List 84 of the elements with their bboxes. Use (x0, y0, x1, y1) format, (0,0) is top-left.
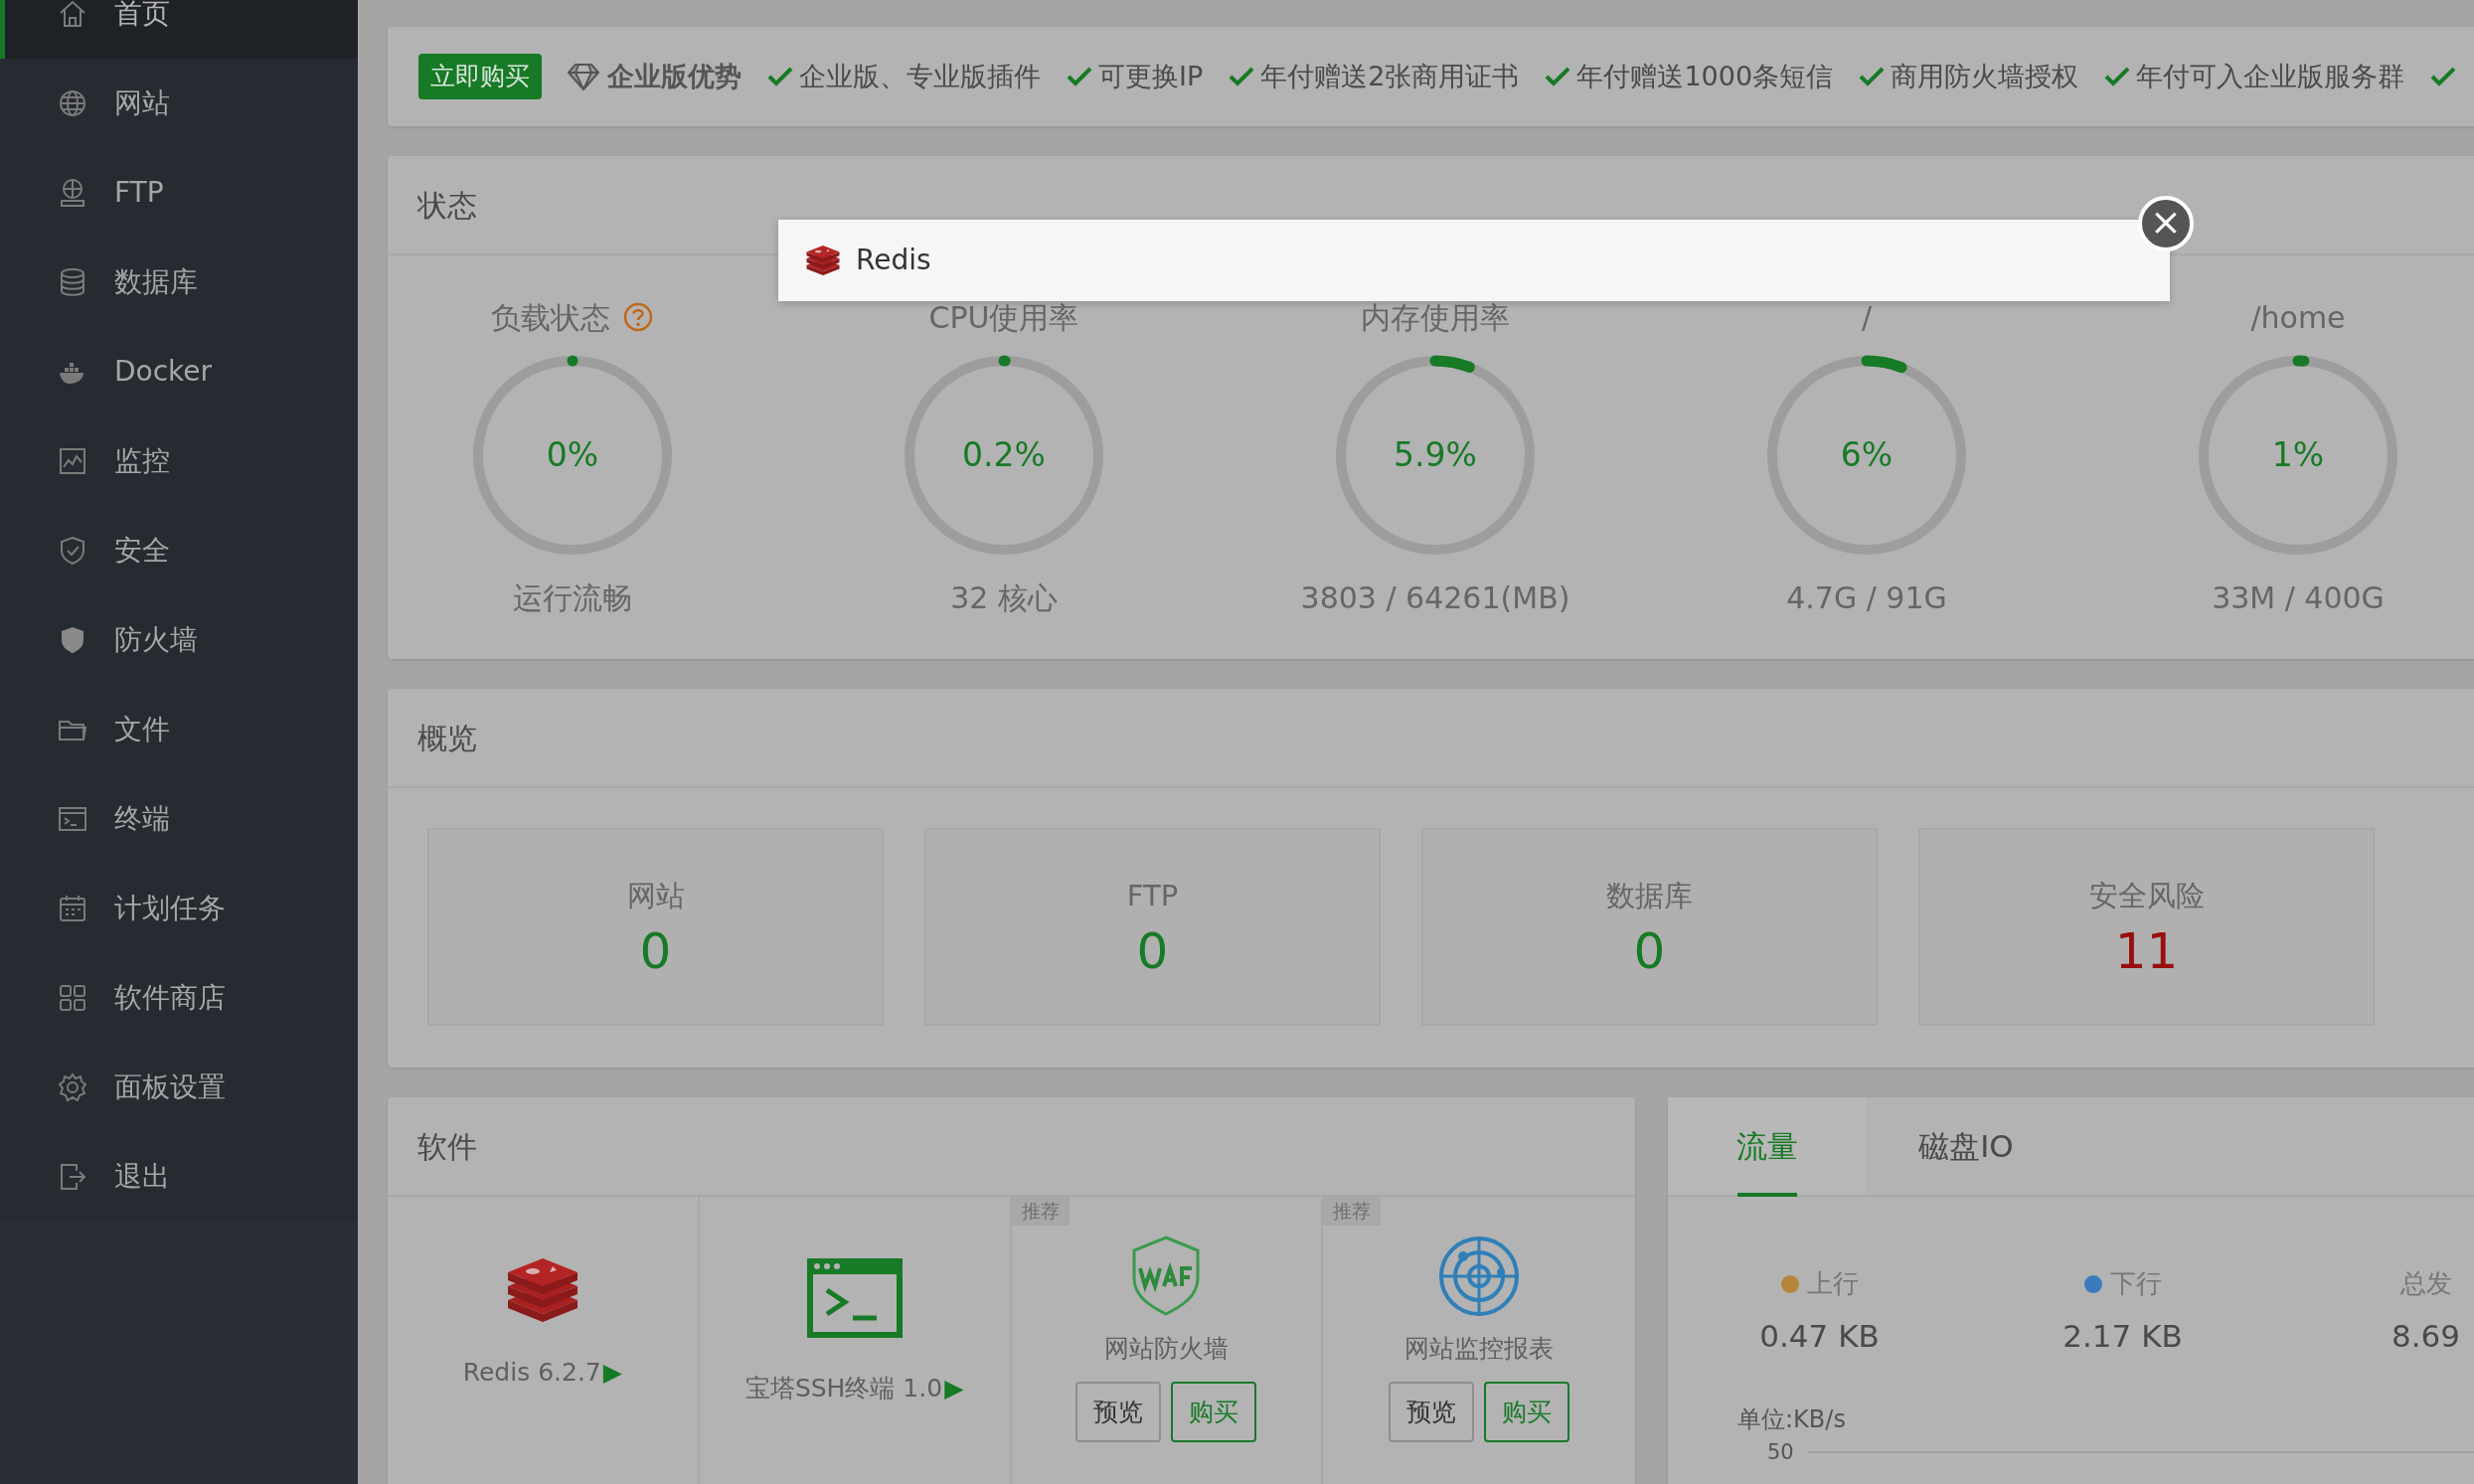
globe-icon (57, 87, 88, 119)
overview-tile[interactable]: 安全风险 11 (1918, 828, 2375, 1026)
sidebar-item[interactable]: 网站 (0, 59, 358, 148)
section-title: 概览 (388, 689, 2474, 788)
stat-value: 0.47 KB (1759, 1317, 1880, 1356)
gauge-label: 内存使用率 (1361, 298, 1510, 337)
sidebar-item[interactable]: 监控 (0, 416, 358, 506)
terminal-icon (804, 1256, 905, 1340)
unit-label: 单位:KB/s (1737, 1403, 1847, 1435)
gauge-value: 1% (2271, 434, 2325, 477)
check-icon (1545, 66, 1571, 87)
sidebar-item[interactable]: FTP (0, 148, 358, 238)
tile-label: 安全风险 (2088, 878, 2205, 915)
gauge-label: / (1861, 298, 1873, 337)
play-icon: ▶ (944, 1370, 964, 1407)
feature-text: 企业版、专业版插件 (799, 59, 1041, 93)
gauge-label: 负载状态 (491, 298, 610, 337)
feature-text: 年付赠送1000条短信 (1576, 59, 1834, 93)
gauge-value: 5.9% (1394, 434, 1477, 477)
stat-value: 2.17 KB (2062, 1317, 2183, 1356)
tile-count: 0 (639, 923, 672, 979)
software-name: 网站监控报表 (1404, 1333, 1555, 1365)
banner-title: 企业版优势 (607, 59, 742, 93)
sidebar-item[interactable]: 计划任务 (0, 864, 358, 953)
tile-count: 0 (1136, 923, 1169, 979)
preview-button[interactable]: 预览 (1075, 1381, 1162, 1442)
check-icon (1067, 66, 1092, 87)
stat-value: 8.69 (2392, 1317, 2460, 1356)
software-link[interactable]: Redis 6.2.7▶ (462, 1354, 622, 1392)
gauge-label: /home (2250, 298, 2346, 337)
grid-icon (57, 982, 88, 1014)
modal-title: Redis (856, 243, 931, 278)
recommend-tag: 推荐 (1011, 1197, 1070, 1226)
check-icon (1859, 66, 1886, 87)
help-icon (622, 301, 654, 333)
gauge-detail: 3803 / 64261(MB) (1300, 579, 1570, 617)
software-name: 网站防火墙 (1103, 1333, 1229, 1365)
sidebar-item[interactable]: 防火墙 (0, 595, 358, 685)
sidebar-item[interactable]: 首页 (0, 0, 358, 59)
gauge-value: 0% (546, 434, 599, 477)
stat-label: 总发 (2399, 1267, 2452, 1300)
check-icon (2104, 66, 2131, 87)
stat-label: 下行 (2109, 1267, 2162, 1300)
sidebar-item[interactable]: 安全 (0, 506, 358, 595)
play-icon: ▶ (602, 1354, 622, 1392)
feature-text: 可更换IP (1098, 59, 1204, 93)
sidebar-item[interactable]: 终端 (0, 774, 358, 864)
check-icon (767, 66, 793, 87)
buy-button[interactable]: 立即购买 (418, 54, 542, 99)
feature-text: 年付可入企业版服务群 (2136, 59, 2405, 93)
tab[interactable]: 磁盘IO (1867, 1097, 2065, 1195)
chart-icon (57, 445, 88, 477)
tile-count: 0 (1633, 923, 1666, 979)
gauge-value: 6% (1840, 434, 1894, 477)
settings-icon (57, 1072, 88, 1103)
tile-count: 11 (2114, 923, 2179, 979)
sidebar-item[interactable]: 数据库 (0, 238, 358, 327)
stat-label: 上行 (1806, 1267, 1859, 1300)
gauge-detail: 4.7G / 91G (1786, 579, 1947, 617)
tile-label: 网站 (626, 878, 685, 915)
check-icon (1229, 66, 1255, 87)
gauge-detail: 运行流畅 (513, 579, 632, 617)
recommend-tag: 推荐 (1323, 1197, 1382, 1226)
sidebar-item[interactable]: 文件 (0, 685, 358, 774)
diamond-icon (568, 63, 599, 90)
feature-text: 年付赠送2张商用证书 (1260, 59, 1520, 93)
sidebar-item[interactable]: 面板设置 (0, 1043, 358, 1132)
software-link[interactable]: 宝塔SSH终端 1.0▶ (744, 1370, 964, 1407)
stack-icon (804, 245, 842, 276)
tile-label: 数据库 (1606, 878, 1693, 915)
radar-icon (1437, 1235, 1522, 1318)
axis-tick: 50 (1767, 1438, 1794, 1466)
gauge-label: CPU使用率 (928, 298, 1079, 337)
sidebar-item[interactable]: Docker (0, 327, 358, 416)
sidebar-item[interactable]: 退出 (0, 1132, 358, 1222)
gauge-value: 0.2% (962, 434, 1046, 477)
gauge-detail: 32 核心 (950, 579, 1058, 617)
feature-text: 商用防火墙授权 (1891, 59, 2079, 93)
preview-button[interactable]: 预览 (1389, 1381, 1475, 1442)
section-title: 软件 (388, 1097, 1635, 1197)
gauge-detail: 33M / 400G (2212, 579, 2385, 617)
tile-label: FTP (1126, 878, 1179, 915)
calendar-icon (57, 893, 88, 924)
sidebar-item[interactable]: 软件商店 (0, 953, 358, 1043)
